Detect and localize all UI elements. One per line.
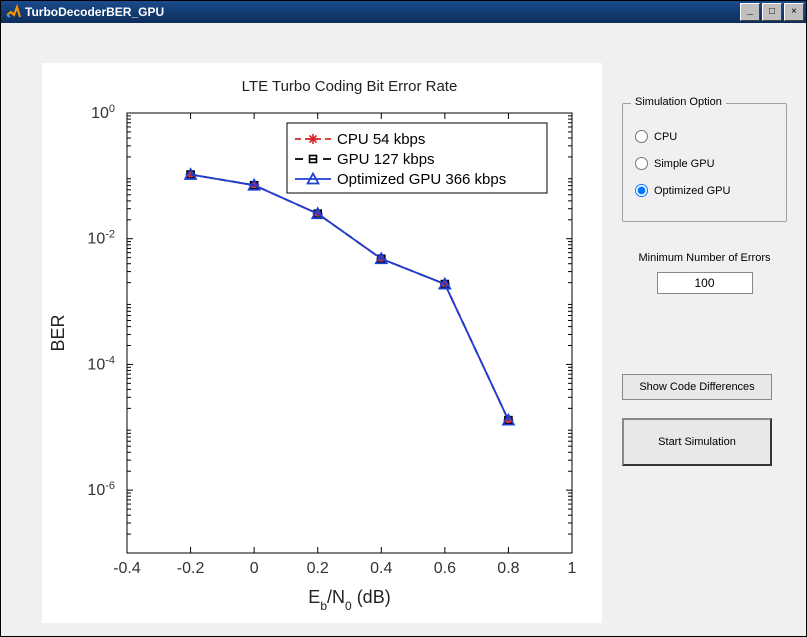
simulation-option-group: Simulation Option CPU Simple GPU Optimiz… [622, 103, 787, 222]
radio-cpu[interactable]: CPU [633, 130, 776, 143]
radio-cpu-label: CPU [654, 131, 677, 143]
minimize-button[interactable]: _ [740, 3, 760, 21]
svg-text:10-4: 10-4 [87, 354, 115, 373]
svg-text:GPU 127 kbps: GPU 127 kbps [337, 151, 435, 168]
window-title: TurboDecoderBER_GPU [25, 5, 738, 19]
svg-text:0.8: 0.8 [497, 560, 519, 577]
ber-plot: -0.4 -0.2 0 0.2 0.4 0.6 0.8 1 100 10-2 10-4 10-6 LTE… [42, 63, 602, 623]
svg-text:-0.2: -0.2 [177, 560, 205, 577]
svg-text:0.4: 0.4 [370, 560, 392, 577]
svg-text:10-6: 10-6 [87, 480, 115, 499]
svg-text:LTE Turbo Coding Bit Error Rat: LTE Turbo Coding Bit Error Rate [242, 78, 458, 95]
min-errors-label: Minimum Number of Errors [622, 252, 787, 264]
svg-text:1: 1 [568, 560, 577, 577]
chart-area: -0.4 -0.2 0 0.2 0.4 0.6 0.8 1 100 10-2 10-4 10-6 LTE… [42, 63, 602, 623]
svg-text:0.2: 0.2 [307, 560, 329, 577]
radio-cpu-input[interactable] [635, 130, 648, 143]
svg-text:Optimized GPU 366 kbps: Optimized GPU 366 kbps [337, 171, 506, 188]
radio-optimized-gpu-label: Optimized GPU [654, 185, 730, 197]
titlebar: TurboDecoderBER_GPU _ □ × [1, 1, 806, 23]
side-panel: Simulation Option CPU Simple GPU Optimiz… [622, 103, 787, 466]
app-window: TurboDecoderBER_GPU _ □ × -0.4 -0.2 0 0.2 0.… [0, 0, 807, 637]
min-errors-block: Minimum Number of Errors [622, 252, 787, 294]
radio-simple-gpu[interactable]: Simple GPU [633, 157, 776, 170]
radio-optimized-gpu[interactable]: Optimized GPU [633, 184, 776, 197]
svg-text:-0.4: -0.4 [113, 560, 141, 577]
radio-optimized-gpu-input[interactable] [635, 184, 648, 197]
min-errors-input[interactable] [657, 272, 753, 294]
svg-text:10-2: 10-2 [87, 229, 115, 248]
maximize-button[interactable]: □ [762, 3, 782, 21]
start-simulation-button[interactable]: Start Simulation [622, 418, 772, 466]
window-buttons: _ □ × [738, 3, 804, 21]
matlab-icon [5, 4, 21, 20]
simulation-option-legend: Simulation Option [631, 96, 726, 108]
client-area: -0.4 -0.2 0 0.2 0.4 0.6 0.8 1 100 10-2 10-4 10-6 LTE… [2, 23, 805, 635]
svg-text:CPU 54 kbps: CPU 54 kbps [337, 131, 425, 148]
svg-text:100: 100 [91, 103, 115, 122]
svg-text:0: 0 [250, 560, 259, 577]
close-button[interactable]: × [784, 3, 804, 21]
svg-text:Eb/N0 (dB): Eb/N0 (dB) [308, 587, 390, 613]
svg-text:BER: BER [48, 314, 68, 351]
svg-text:0.6: 0.6 [434, 560, 456, 577]
radio-simple-gpu-input[interactable] [635, 157, 648, 170]
show-code-differences-button[interactable]: Show Code Differences [622, 374, 772, 400]
radio-simple-gpu-label: Simple GPU [654, 158, 715, 170]
